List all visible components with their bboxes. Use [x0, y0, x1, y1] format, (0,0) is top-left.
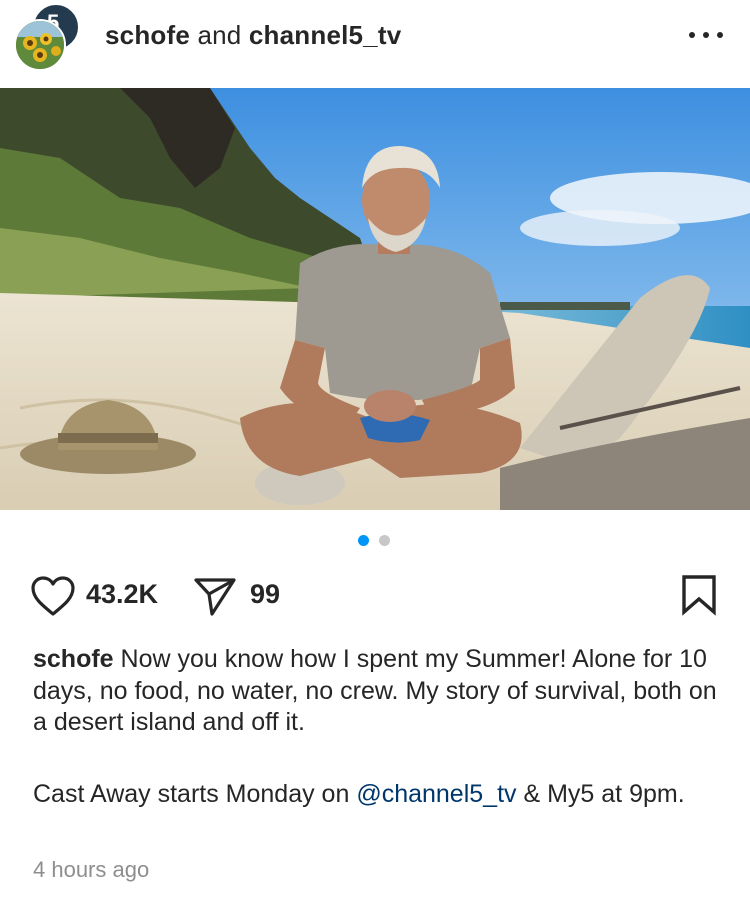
post-timestamp: 4 hours ago [33, 857, 150, 882]
more-dot-icon [689, 32, 695, 38]
like-button[interactable] [30, 575, 76, 617]
post-accounts: schofe and channel5_tv [105, 20, 401, 51]
caption-text-3: & My5 at 9pm. [516, 779, 685, 808]
more-dot-icon [703, 32, 709, 38]
account-name-schofe[interactable]: schofe [105, 20, 190, 50]
more-options-button[interactable] [686, 22, 726, 48]
heart-icon [31, 576, 75, 616]
carousel-dot-active [358, 535, 369, 546]
paper-plane-icon [194, 578, 236, 616]
save-button[interactable] [681, 574, 717, 616]
caption-paragraph-2: Cast Away starts Monday on @channel5_tv … [33, 779, 723, 811]
collab-avatars[interactable]: 5 [14, 3, 80, 71]
beach-castaway-illustration [0, 88, 750, 510]
schofe-avatar[interactable] [14, 19, 66, 71]
mention-link[interactable]: @channel5_tv [356, 780, 516, 808]
post-caption: schofe Now you know how I spent my Summe… [33, 644, 723, 810]
caption-text-2: Cast Away starts Monday on [33, 779, 357, 808]
account-name-channel5[interactable]: channel5_tv [249, 20, 402, 50]
share-button[interactable] [193, 576, 237, 618]
share-count: 99 [250, 579, 281, 609]
like-count[interactable]: 43.2K [86, 579, 158, 610]
caption-text: Now you know how I spent my Summer! Alon… [33, 645, 717, 736]
bookmark-icon [682, 575, 716, 616]
more-dot-icon [717, 32, 723, 38]
accounts-connector: and [197, 20, 242, 50]
post-photo[interactable] [0, 88, 750, 510]
caption-paragraph: schofe Now you know how I spent my Summe… [33, 644, 723, 739]
post-header: 5 schofe and channel5_tv [0, 0, 750, 88]
carousel-dot [379, 535, 390, 546]
sunflower-avatar-image [16, 21, 64, 69]
caption-username[interactable]: schofe [33, 645, 114, 673]
